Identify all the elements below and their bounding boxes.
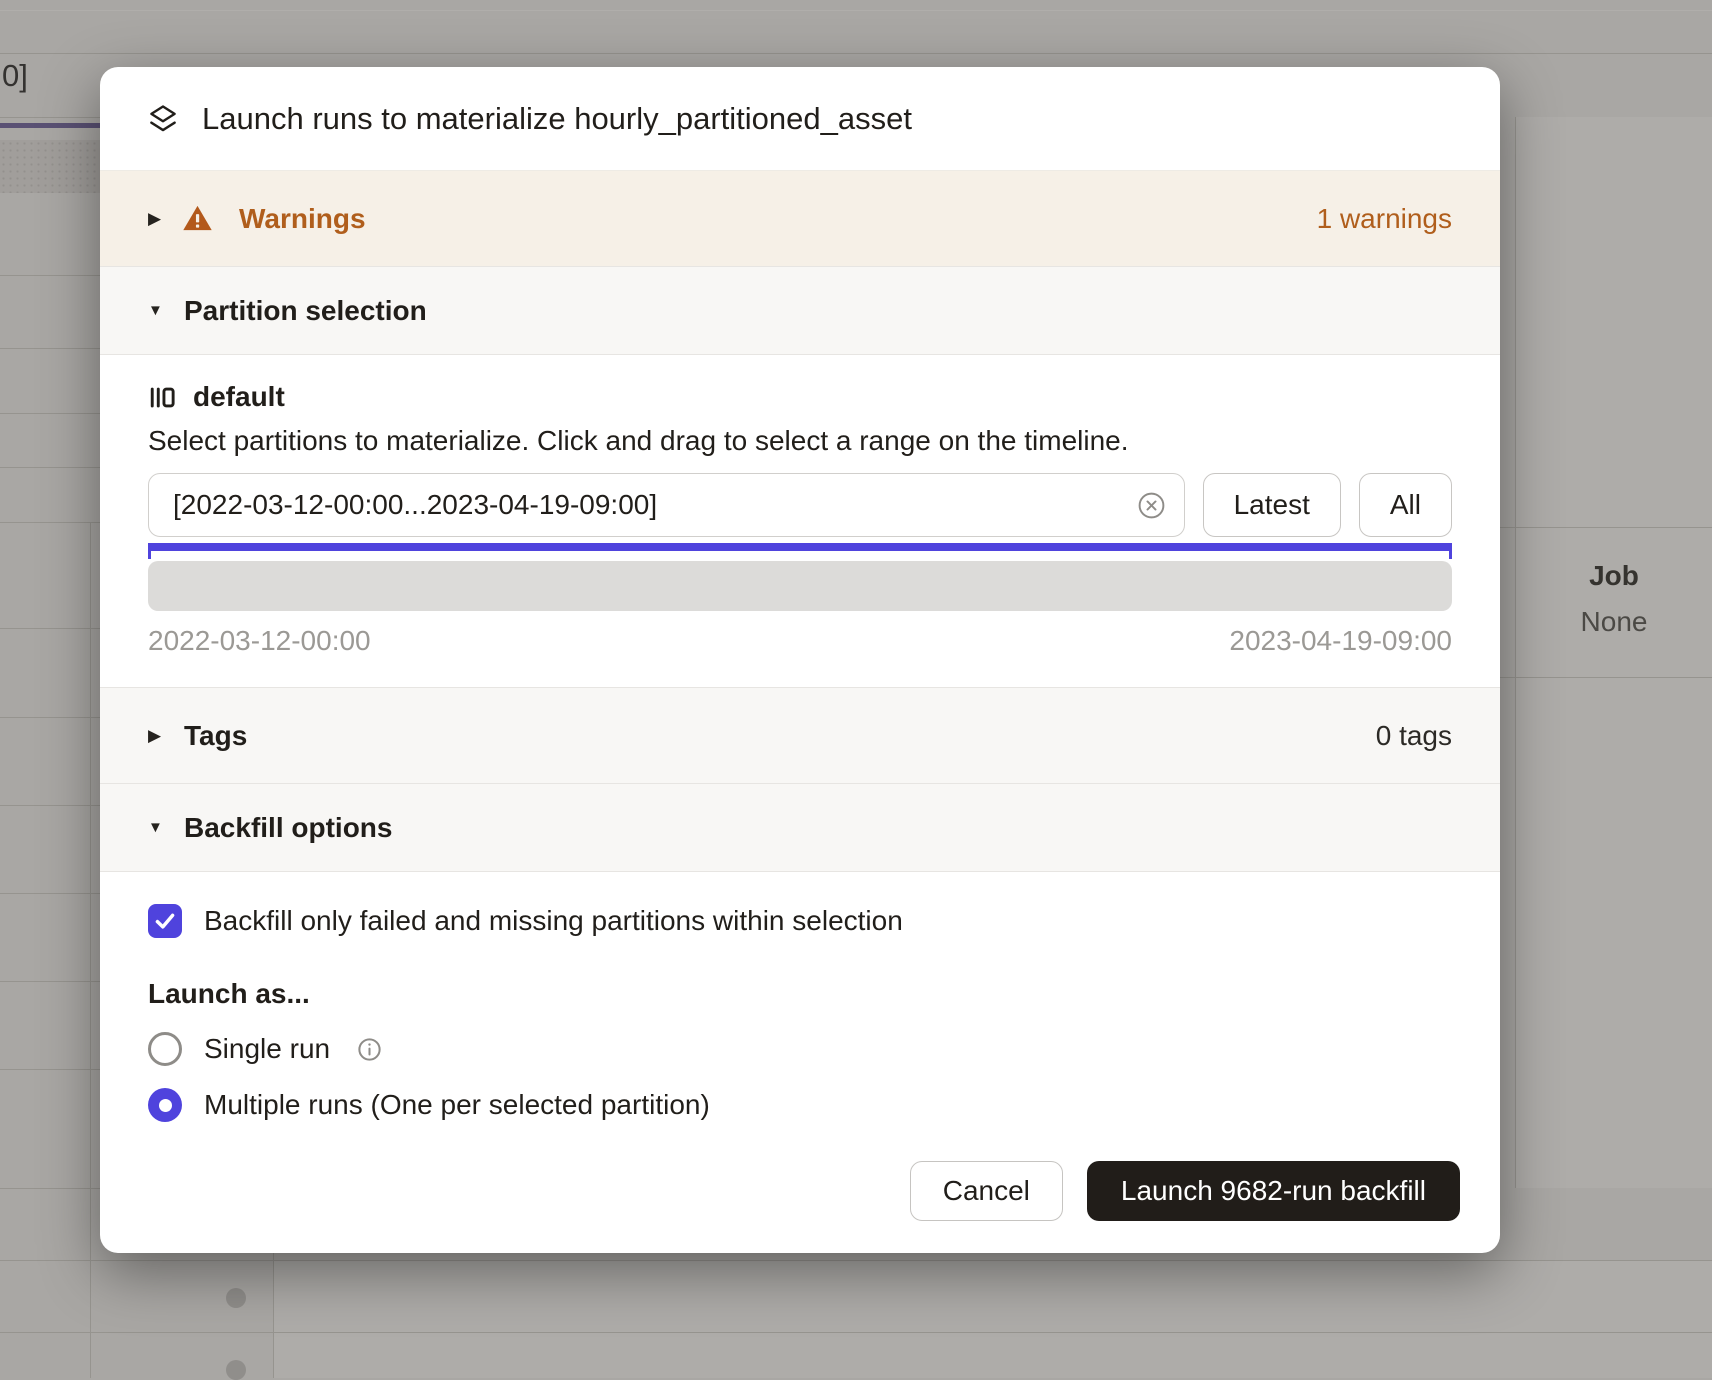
warnings-label: Warnings — [239, 203, 366, 235]
all-button[interactable]: All — [1359, 473, 1452, 537]
partition-controls: Latest All — [148, 473, 1452, 537]
launch-as-label: Launch as... — [148, 978, 1452, 1010]
info-icon[interactable] — [356, 1036, 383, 1063]
bg-row-line — [0, 1188, 100, 1189]
bg-job-column — [1516, 117, 1712, 1188]
bg-row-line — [0, 413, 100, 414]
caret-right-icon: ▶ — [148, 210, 172, 227]
clear-circle-icon — [1136, 490, 1167, 521]
caret-down-icon: ▼ — [148, 820, 172, 835]
bg-row-line — [0, 805, 100, 806]
bg-row-line — [0, 1260, 1712, 1261]
bg-row-line — [0, 1332, 1712, 1333]
bg-status-dot — [226, 1288, 246, 1308]
warning-triangle-icon — [182, 203, 213, 234]
launch-backfill-button[interactable]: Launch 9682-run backfill — [1087, 1161, 1460, 1221]
timeline-date-range: 2022-03-12-00:00 2023-04-19-09:00 — [148, 625, 1452, 687]
bg-column-line — [90, 522, 91, 1378]
bg-table-pane — [273, 1260, 1712, 1378]
partition-selection-body: default Select partitions to materialize… — [100, 354, 1500, 687]
caret-down-icon: ▼ — [148, 303, 172, 318]
timeline-end-date: 2023-04-19-09:00 — [1229, 625, 1452, 657]
checkbox-checked-icon[interactable] — [148, 904, 182, 938]
backfill-options-toggle[interactable]: ▼ Backfill options — [100, 783, 1500, 871]
bg-row-line — [0, 117, 100, 118]
warnings-count: 1 warnings — [1317, 203, 1452, 235]
bg-focus-underline — [0, 123, 100, 128]
partition-timeline[interactable] — [148, 561, 1452, 611]
tags-section-toggle[interactable]: ▶ Tags 0 tags — [100, 687, 1500, 783]
bg-row-line — [0, 53, 1712, 54]
bg-job-column-header: Job — [1516, 560, 1712, 592]
dialog-footer: Cancel Launch 9682-run backfill — [100, 1161, 1500, 1253]
bg-row-line — [0, 275, 100, 276]
bg-row-line — [0, 893, 100, 894]
partition-input-wrap — [148, 473, 1185, 537]
dialog-header: Launch runs to materialize hourly_partit… — [100, 67, 1500, 170]
partition-selection-toggle[interactable]: ▼ Partition selection — [100, 266, 1500, 354]
bg-row-line — [0, 467, 100, 468]
dialog-title: Launch runs to materialize hourly_partit… — [202, 101, 912, 137]
failed-missing-checkbox-label: Backfill only failed and missing partiti… — [204, 905, 903, 937]
partition-dimension-row: default — [148, 381, 1452, 413]
bg-row-line — [1500, 527, 1712, 528]
partition-dimension-name: default — [193, 381, 285, 413]
latest-button[interactable]: Latest — [1203, 473, 1341, 537]
radio-selected-icon[interactable] — [148, 1088, 182, 1122]
selection-range-bracket — [148, 543, 1452, 559]
cancel-button[interactable]: Cancel — [910, 1161, 1063, 1221]
timeline-start-date: 2022-03-12-00:00 — [148, 625, 371, 657]
multiple-runs-option[interactable]: Multiple runs (One per selected partitio… — [148, 1088, 1452, 1122]
partition-helper-text: Select partitions to materialize. Click … — [148, 425, 1452, 457]
multiple-runs-label: Multiple runs (One per selected partitio… — [204, 1089, 710, 1121]
partition-range-input[interactable] — [148, 473, 1185, 537]
warnings-section-toggle[interactable]: ▶ Warnings 1 warnings — [100, 170, 1500, 266]
bg-row-line — [0, 981, 100, 982]
bg-row-line — [0, 1069, 100, 1070]
bg-row-line — [0, 348, 100, 349]
partition-icon — [148, 383, 177, 412]
single-run-label: Single run — [204, 1033, 330, 1065]
bg-row-line — [0, 628, 100, 629]
backfill-options-title: Backfill options — [184, 812, 392, 844]
bg-job-column-value: None — [1516, 606, 1712, 638]
tags-count: 0 tags — [1376, 720, 1452, 752]
single-run-option[interactable]: Single run — [148, 1032, 1452, 1066]
asset-layers-icon — [146, 102, 180, 136]
tags-title: Tags — [184, 720, 247, 752]
radio-unselected-icon[interactable] — [148, 1032, 182, 1066]
bg-row-line — [1500, 677, 1712, 678]
bg-striped-bar — [0, 140, 100, 193]
bg-truncated-partition-text: 0] — [2, 58, 28, 94]
failed-missing-checkbox-row[interactable]: Backfill only failed and missing partiti… — [148, 904, 1452, 938]
bg-column-line — [1515, 117, 1516, 1188]
backfill-options-body: Backfill only failed and missing partiti… — [100, 871, 1500, 1122]
launch-backfill-dialog: Launch runs to materialize hourly_partit… — [100, 67, 1500, 1253]
partition-selection-title: Partition selection — [184, 295, 427, 327]
clear-selection-button[interactable] — [1136, 490, 1167, 521]
bg-status-dot — [226, 1360, 246, 1380]
bg-row-line — [0, 10, 1712, 11]
bg-row-line — [0, 522, 100, 523]
bg-row-line — [0, 717, 100, 718]
caret-right-icon: ▶ — [148, 727, 172, 744]
